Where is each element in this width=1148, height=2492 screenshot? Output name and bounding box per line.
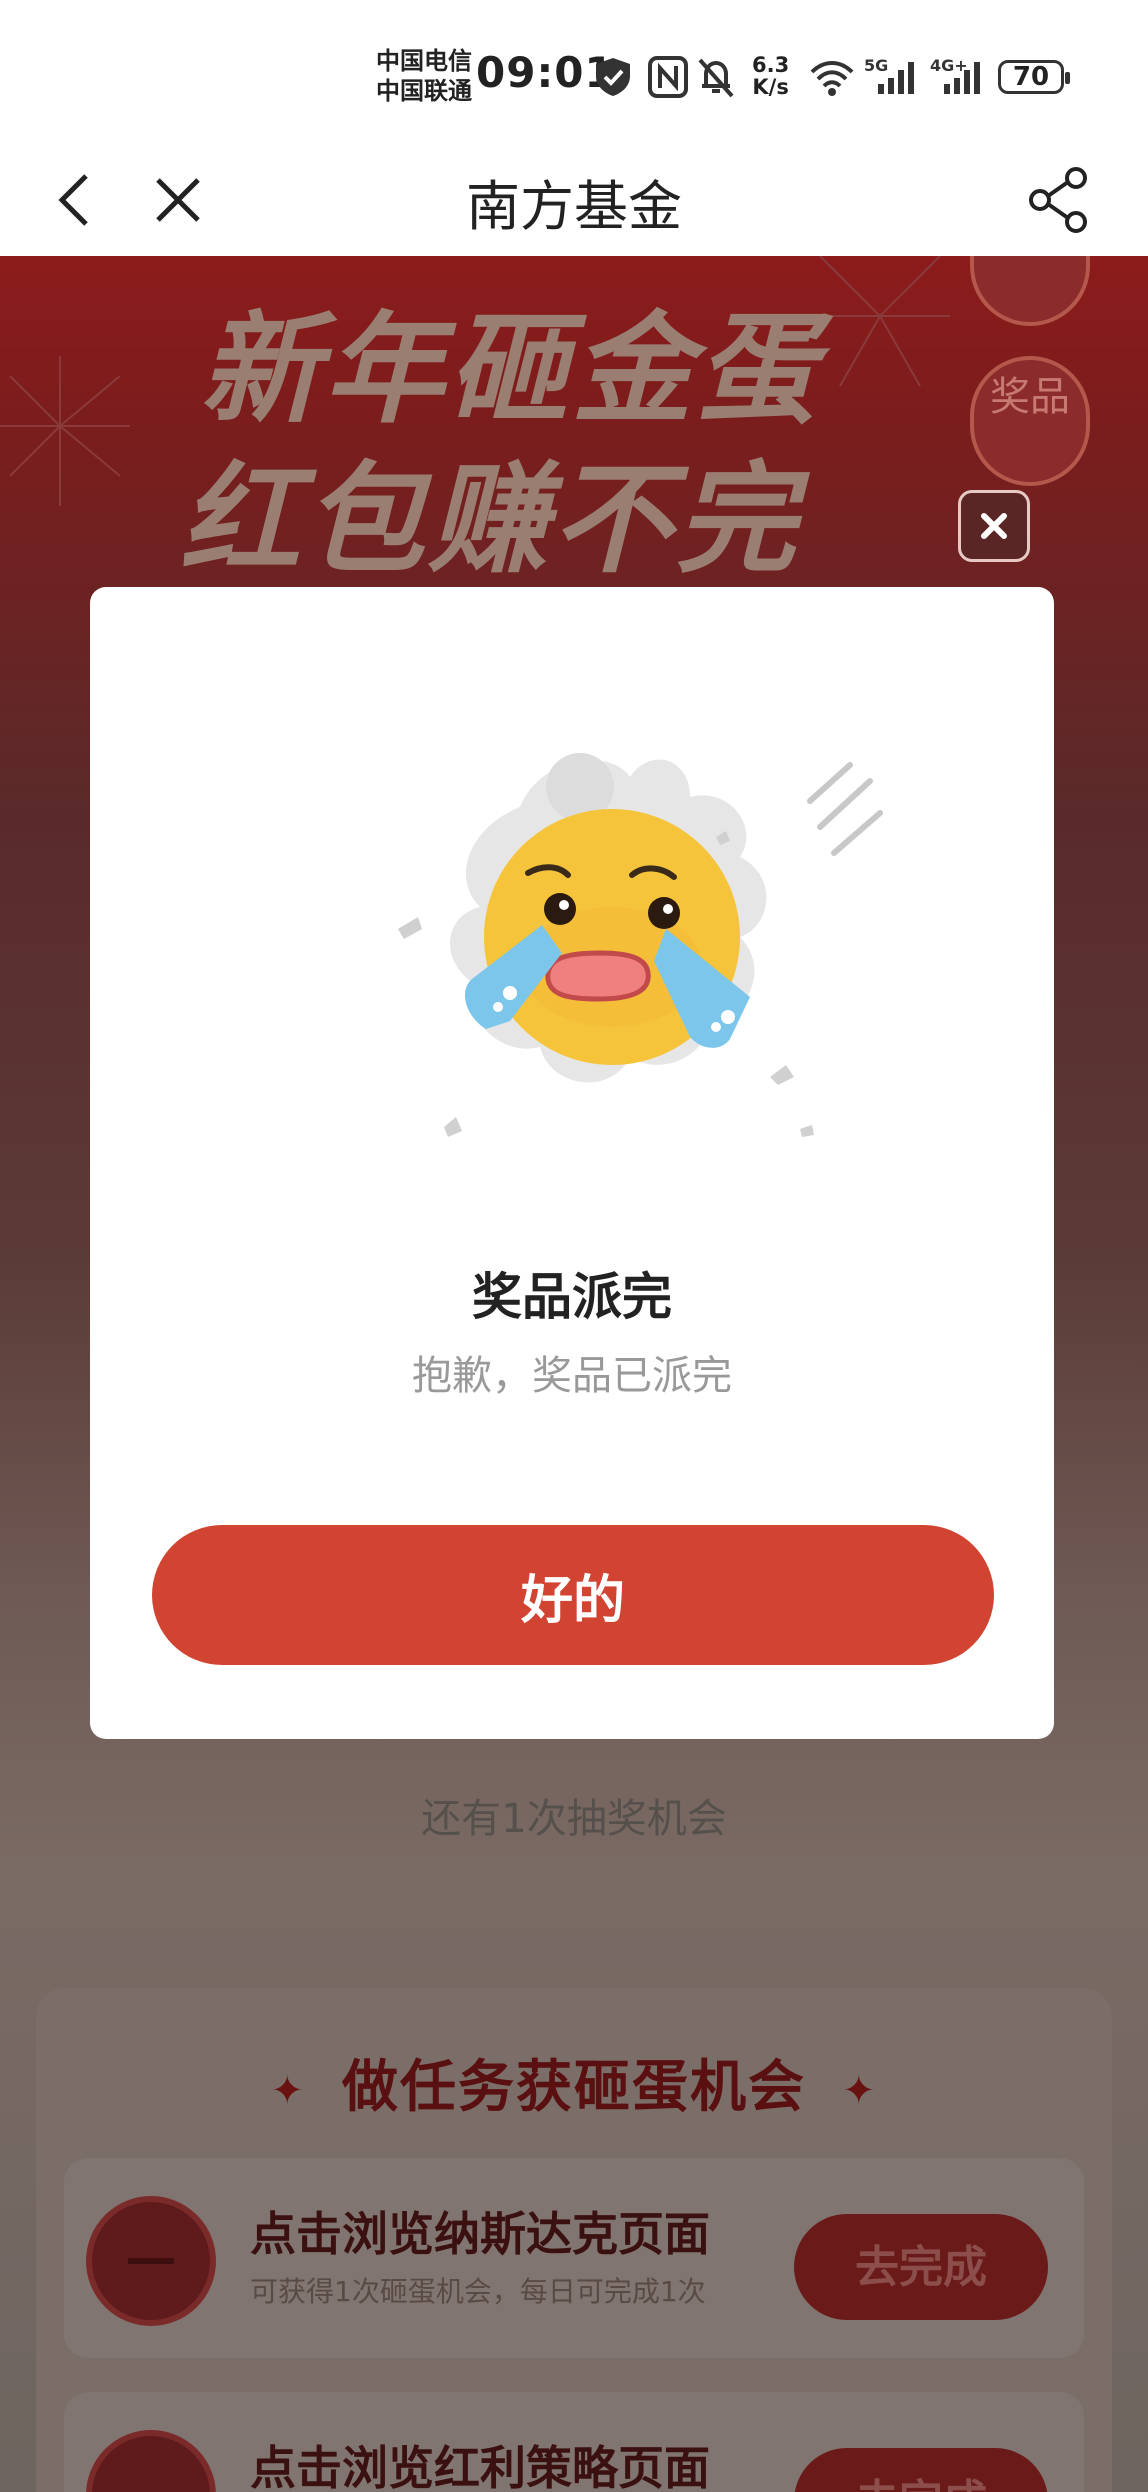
sparkle-left-icon: ✦ bbox=[270, 2067, 306, 2114]
task-complete-button[interactable]: 去完成 bbox=[794, 2448, 1048, 2492]
rules-badge[interactable]: 则 bbox=[970, 256, 1090, 326]
task-heading: ✦ 做任务获砸蛋机会 ✦ bbox=[0, 2042, 1148, 2123]
dialog-title: 奖品派完 bbox=[472, 1268, 672, 1326]
carrier-1: 中国电信 bbox=[376, 47, 472, 75]
nav-bar: 南方基金 bbox=[0, 140, 1148, 256]
task-complete-button[interactable]: 去完成 bbox=[794, 2214, 1048, 2320]
wifi-icon bbox=[810, 61, 854, 96]
shield-icon bbox=[596, 58, 630, 96]
hero-line-2: 红包赚不完 bbox=[180, 451, 800, 590]
carrier-2: 中国联通 bbox=[376, 77, 472, 105]
signal-bars-icon bbox=[878, 62, 914, 94]
crying-face-illustration bbox=[398, 753, 883, 1137]
task-title: 点击浏览纳斯达克页面 bbox=[250, 2207, 710, 2261]
close-x-icon bbox=[981, 513, 1007, 539]
signal-bars-2-icon bbox=[944, 62, 980, 94]
net-speed-unit: K/s bbox=[752, 75, 789, 99]
page-title: 南方基金 bbox=[466, 175, 682, 238]
modal-close-button[interactable] bbox=[958, 490, 1030, 562]
sparkle-right-icon: ✦ bbox=[842, 2067, 878, 2114]
prizes-badge[interactable]: 奖品 bbox=[970, 356, 1090, 486]
task-row: 点击浏览纳斯达克页面 可获得1次砸蛋机会，每日可完成1次 去完成 bbox=[64, 2158, 1084, 2358]
network-speed: 6.3 K/s bbox=[752, 54, 789, 98]
task-icon bbox=[86, 2430, 216, 2492]
carrier-labels: 中国电信 中国联通 bbox=[376, 46, 472, 106]
ok-button[interactable]: 好的 bbox=[152, 1525, 994, 1665]
nfc-icon bbox=[648, 56, 688, 98]
prize-dialog: 奖品派完 抱歉，奖品已派完 好的 bbox=[90, 587, 1054, 1739]
battery-indicator: 70 bbox=[998, 60, 1070, 94]
share-button[interactable] bbox=[1018, 158, 1098, 238]
net-speed-value: 6.3 bbox=[752, 53, 790, 77]
task-title: 点击浏览红利策略页面 bbox=[250, 2441, 710, 2492]
task-desc: 可获得1次砸蛋机会，每日可完成1次 bbox=[250, 2275, 706, 2308]
firework-icon bbox=[0, 356, 130, 506]
mute-bell-icon bbox=[698, 58, 734, 98]
share-icon bbox=[1029, 167, 1087, 233]
task-icon bbox=[86, 2196, 216, 2326]
hero-line-1: 新年砸金蛋 bbox=[200, 301, 820, 440]
dialog-message: 抱歉，奖品已派完 bbox=[412, 1353, 732, 1399]
chances-remaining: 还有1次抽奖机会 bbox=[421, 1796, 727, 1842]
hero-title: 新年砸金蛋 红包赚不完 bbox=[180, 296, 820, 596]
task-row: 点击浏览红利策略页面 去完成 bbox=[64, 2392, 1084, 2492]
status-bar: 中国电信 中国联通 09:01 6.3 K/s 5G 4G+ 70 bbox=[0, 0, 1148, 140]
task-heading-text: 做任务获砸蛋机会 bbox=[342, 2055, 806, 2120]
